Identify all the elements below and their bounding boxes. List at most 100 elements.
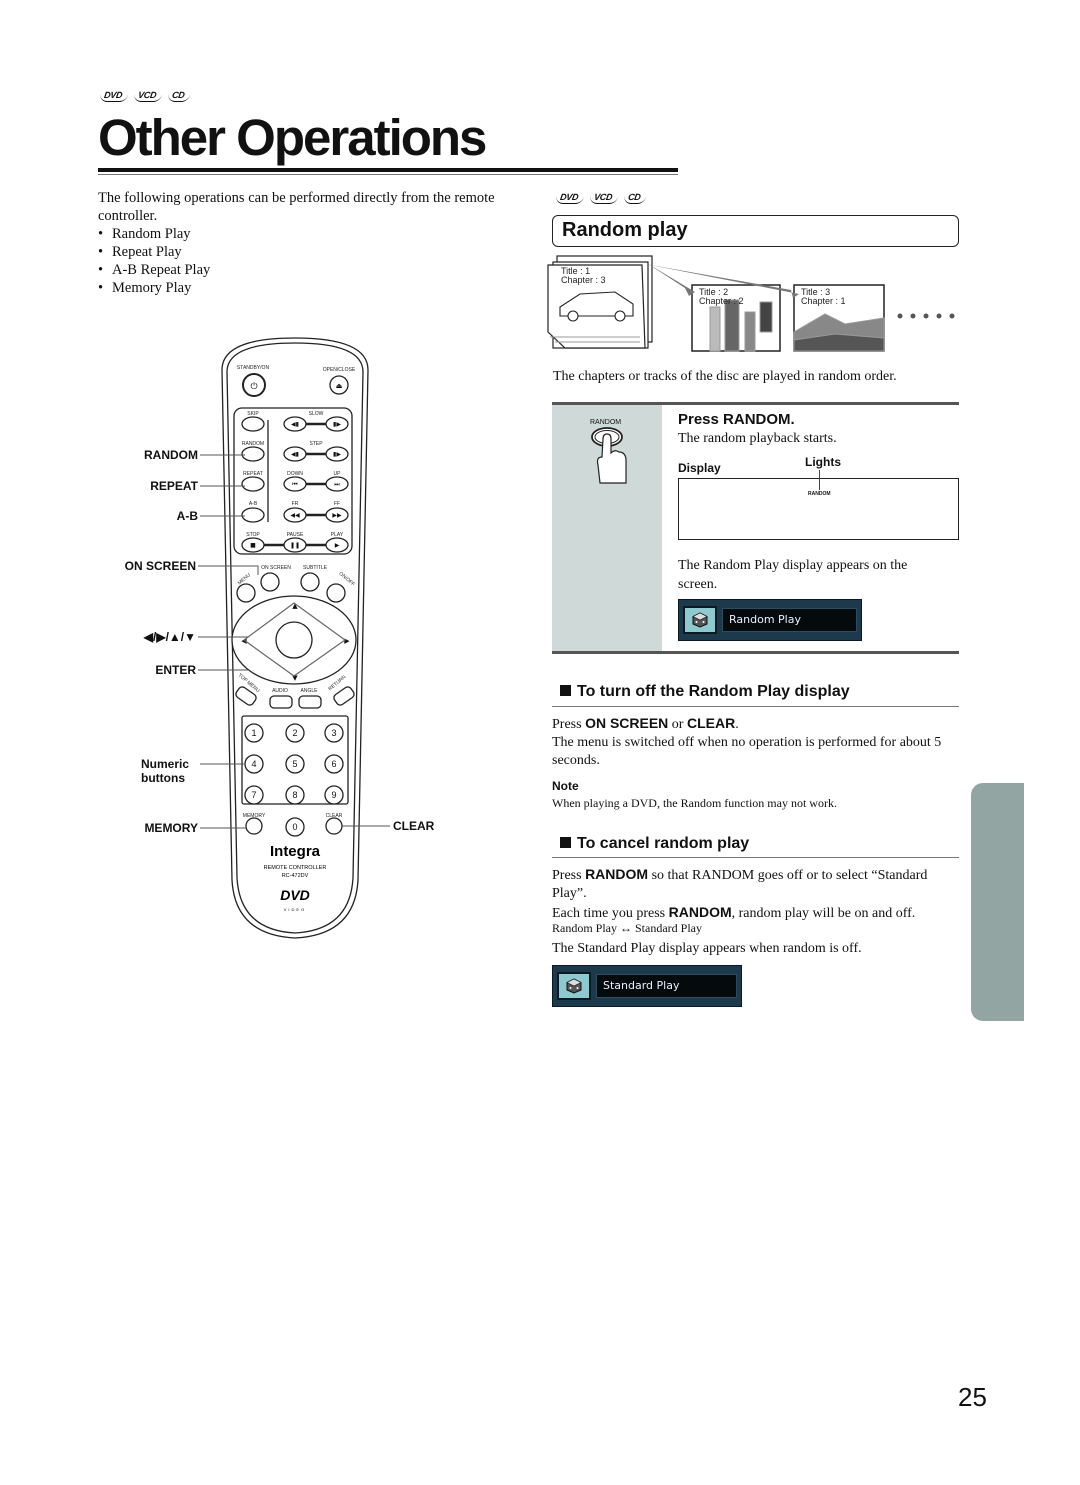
remote-illustration: ⏻ ⏏ STANDBY/ON OPEN/CLOSE SKIP SLOW RAND… xyxy=(198,337,390,939)
page-number: 25 xyxy=(958,1382,987,1412)
lights-label: Lights xyxy=(805,455,841,469)
random-play-osd: Random Play xyxy=(678,599,862,641)
svg-text:⏮: ⏮ xyxy=(292,481,298,488)
svg-text:RANDOM: RANDOM xyxy=(242,441,264,447)
dvd-video-logo: DVD xyxy=(280,887,310,903)
toggle-sequence: Random Play ↔ Standard Play xyxy=(552,921,702,935)
dice-icon xyxy=(557,972,591,1000)
subtitle-button xyxy=(300,572,320,592)
random-button-label: RANDOM xyxy=(590,419,622,426)
square-bullet-icon xyxy=(560,685,571,696)
svg-text:SKIP: SKIP xyxy=(247,411,259,417)
display-label: Display xyxy=(678,461,721,475)
svg-text:■: ■ xyxy=(250,542,256,549)
svg-text:VIDEO: VIDEO xyxy=(284,907,306,912)
chapter-side-tab xyxy=(971,783,1024,1021)
step-subtitle: The random playback starts. xyxy=(678,431,837,446)
svg-text:STOP: STOP xyxy=(246,532,260,538)
screen-note: The Random Play display appears on the s… xyxy=(678,558,908,592)
note-label: Note xyxy=(552,779,579,793)
svg-text:SUBTITLE: SUBTITLE xyxy=(303,565,328,571)
random-indicator: RANDOM xyxy=(808,491,831,497)
svg-text:▶: ▶ xyxy=(335,542,340,549)
random-play-disc-badges: DVD VCD CD xyxy=(555,192,648,204)
on-off-button xyxy=(326,583,346,603)
svg-text:3: 3 xyxy=(331,728,336,738)
step-title: Press RANDOM. xyxy=(678,411,795,428)
scene-3-chapter: Chapter : 1 xyxy=(801,296,846,306)
svg-text:UP: UP xyxy=(334,471,342,477)
cancel-body: Press RANDOM so that RANDOM goes off or … xyxy=(552,866,928,921)
skip-button xyxy=(241,416,265,432)
cancel-heading: To cancel random play xyxy=(560,835,749,853)
svg-text:REPEAT: REPEAT xyxy=(243,471,263,477)
svg-text:PAUSE: PAUSE xyxy=(287,532,304,538)
svg-text:PLAY: PLAY xyxy=(331,532,344,538)
svg-text:▶▶: ▶▶ xyxy=(332,512,342,519)
cancel-rule xyxy=(552,857,959,858)
random-button xyxy=(241,446,265,462)
turn-off-body: Press ON SCREEN or CLEAR. The menu is sw… xyxy=(552,715,942,768)
svg-text:⏭: ⏭ xyxy=(334,481,340,488)
callout-repeat: REPEAT xyxy=(150,479,198,493)
callout-enter: ENTER xyxy=(155,663,196,677)
clear-button xyxy=(325,817,343,835)
svg-text:4: 4 xyxy=(251,759,256,769)
random-order-illustration: Title : 1 Chapter : 3 Title : 2 Chapter … xyxy=(547,255,955,352)
svg-text:▶: ▶ xyxy=(344,637,350,645)
svg-text:REMOTE CONTROLLER: REMOTE CONTROLLER xyxy=(264,865,327,871)
svg-text:STEP: STEP xyxy=(309,441,323,447)
svg-text:RC-472DV: RC-472DV xyxy=(282,873,309,879)
on-screen-button xyxy=(260,572,280,592)
svg-text:▮▶: ▮▶ xyxy=(333,451,341,458)
osd-text: Standard Play xyxy=(596,974,737,998)
svg-text:◀▮: ◀▮ xyxy=(291,421,299,428)
svg-text:▮▶: ▮▶ xyxy=(333,421,341,428)
svg-text:FR: FR xyxy=(292,501,299,507)
scene-2-chapter: Chapter : 2 xyxy=(699,296,744,306)
svg-text:◀▮: ◀▮ xyxy=(291,451,299,458)
svg-text:AUDIO: AUDIO xyxy=(272,688,288,694)
lights-leader xyxy=(819,470,820,490)
svg-text:6: 6 xyxy=(331,759,336,769)
square-bullet-icon xyxy=(560,837,571,848)
callout-clear: CLEAR xyxy=(393,819,435,833)
turn-off-rule xyxy=(552,706,959,707)
callout-numeric: Numeric buttons xyxy=(141,757,190,785)
svg-text:⏏: ⏏ xyxy=(336,382,343,390)
open-close-label: OPEN/CLOSE xyxy=(323,367,356,373)
repeat-button xyxy=(241,476,265,492)
random-play-heading: Random play xyxy=(562,219,688,241)
svg-text:8: 8 xyxy=(292,790,297,800)
note-text: When playing a DVD, the Random function … xyxy=(552,796,837,810)
osd-text: Random Play xyxy=(722,608,857,632)
menu-button xyxy=(236,583,256,603)
dvd-badge: DVD xyxy=(555,192,585,204)
callout-ab: A-B xyxy=(176,509,198,523)
vcd-badge: VCD xyxy=(589,192,620,204)
svg-text:SLOW: SLOW xyxy=(309,411,324,417)
svg-text:7: 7 xyxy=(251,790,256,800)
callout-arrows: ◀/▶/▲/▼ xyxy=(143,630,196,644)
step-bottom-rule xyxy=(552,651,959,654)
ab-button xyxy=(241,507,265,523)
svg-text:5: 5 xyxy=(292,759,297,769)
svg-text:❚❚: ❚❚ xyxy=(290,542,300,549)
callout-random: RANDOM xyxy=(144,448,198,462)
callout-memory: MEMORY xyxy=(144,821,198,835)
svg-text:2: 2 xyxy=(292,728,297,738)
memory-button xyxy=(245,817,263,835)
dice-icon xyxy=(683,606,717,634)
svg-text:⏻: ⏻ xyxy=(250,381,257,392)
svg-text:0: 0 xyxy=(292,822,297,832)
callout-on-screen: ON SCREEN xyxy=(124,559,196,573)
scene-caption: The chapters or tracks of the disc are p… xyxy=(553,369,897,384)
svg-text:9: 9 xyxy=(331,790,336,800)
standard-play-osd: Standard Play xyxy=(552,965,742,1007)
turn-off-heading: To turn off the Random Play display xyxy=(560,683,850,701)
standard-play-note: The Standard Play display appears when r… xyxy=(552,941,862,956)
brand-logo: Integra xyxy=(270,843,321,860)
enter-button xyxy=(275,621,313,659)
svg-text:DOWN: DOWN xyxy=(287,471,303,477)
cd-badge: CD xyxy=(623,192,648,204)
